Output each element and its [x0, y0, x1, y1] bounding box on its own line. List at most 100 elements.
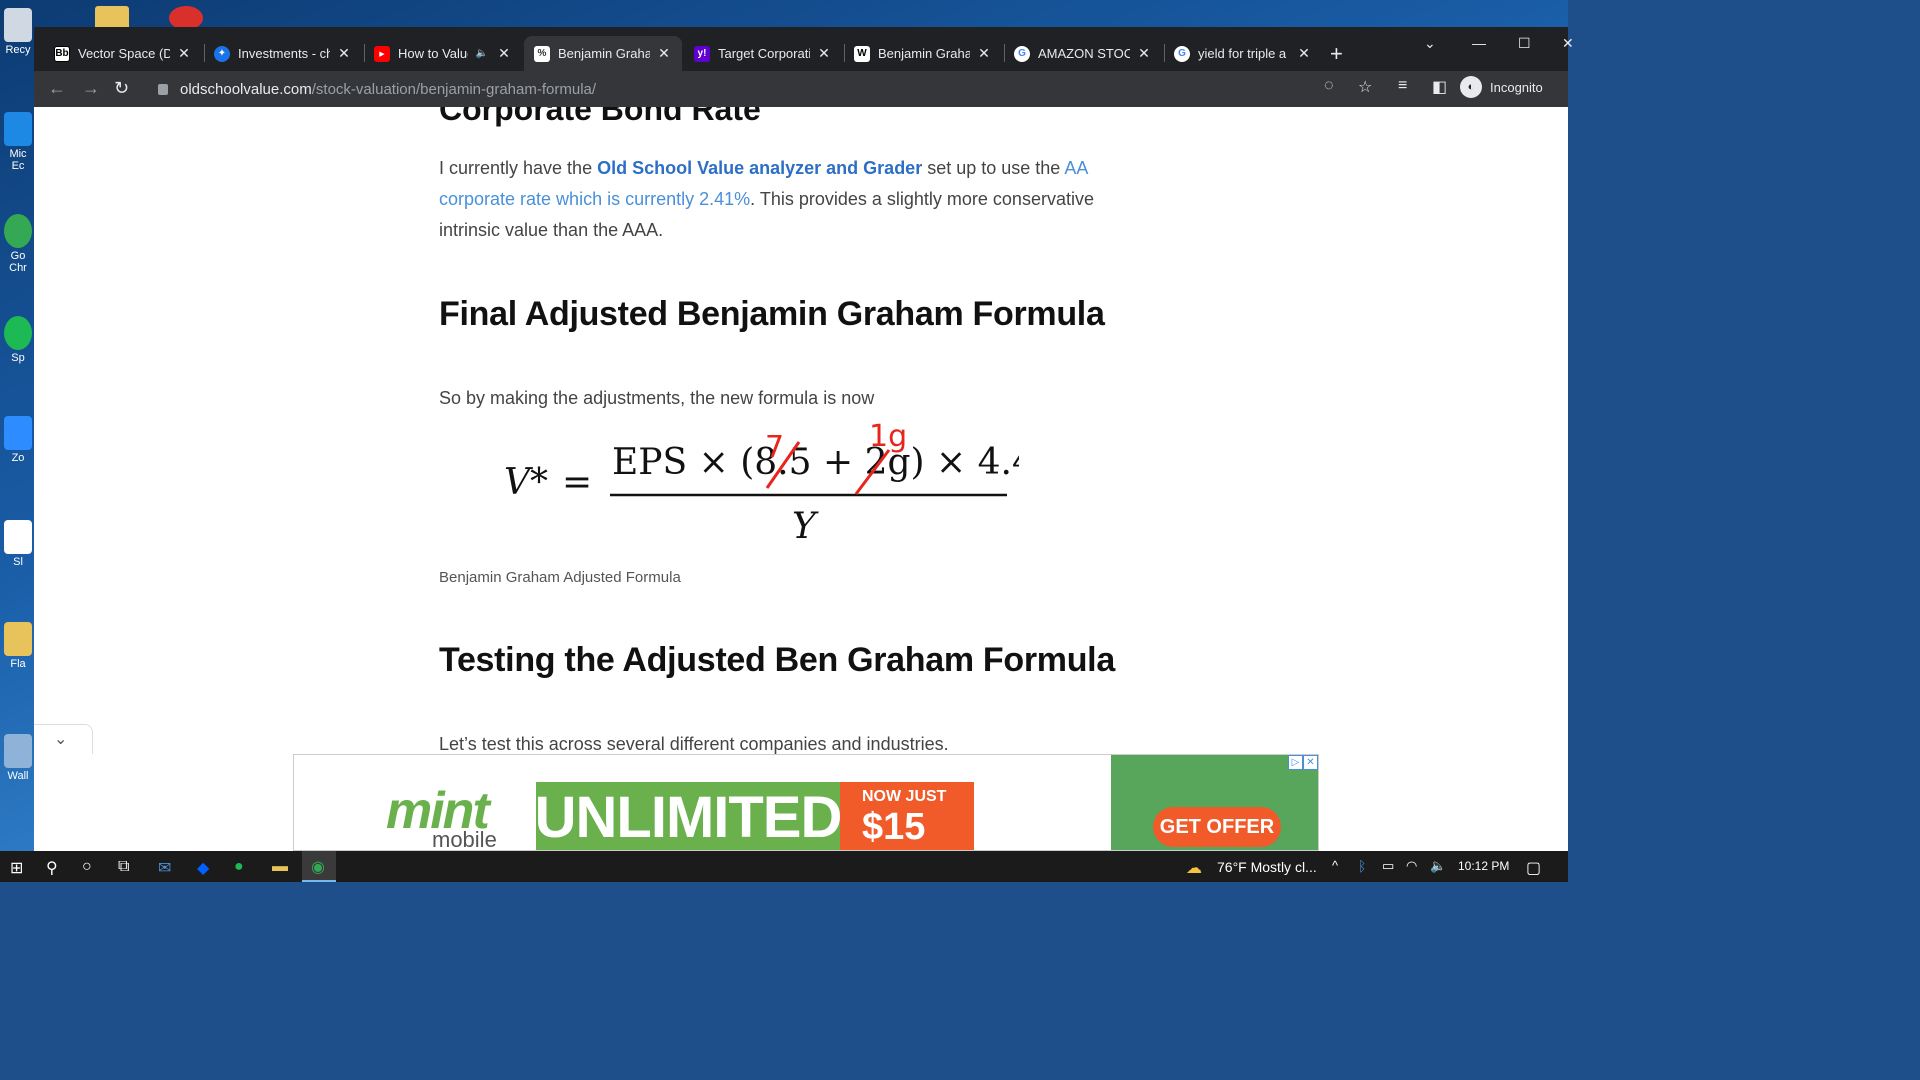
- heading-testing-formula: Testing the Adjusted Ben Graham Formula: [439, 641, 1115, 679]
- chrome-taskbar-button[interactable]: ◉: [302, 851, 336, 882]
- mail-icon[interactable]: ✉: [158, 858, 171, 878]
- ad-choices-badge[interactable]: ▷ ✕: [1288, 755, 1318, 770]
- formula-equals: =: [562, 462, 592, 503]
- desktop-icon-zoom[interactable]: Zo: [0, 416, 36, 464]
- recycle-bin-icon: [4, 8, 32, 42]
- new-tab-button[interactable]: +: [1330, 41, 1343, 67]
- adchoices-icon[interactable]: ▷: [1288, 755, 1303, 770]
- tab-benjamin-graham-active[interactable]: % Benjamin Graham ✕: [524, 36, 682, 71]
- maximize-button[interactable]: ☐: [1518, 35, 1531, 52]
- slack-icon: [4, 520, 32, 554]
- advertisement-banner[interactable]: mint mobile UNLIMITED NOW JUST $15 GET O…: [293, 754, 1319, 851]
- ad-headline: UNLIMITED: [535, 782, 842, 850]
- desktop-icon-slack[interactable]: Sl: [0, 520, 36, 568]
- investments-icon: ✦: [214, 45, 230, 62]
- desktop-icon-edge[interactable]: Mic Ec: [0, 112, 36, 172]
- forward-button[interactable]: →: [82, 78, 100, 99]
- chrome-icon: ◉: [311, 859, 325, 876]
- address-bar[interactable]: oldschoolvalue.com/stock-valuation/benja…: [146, 75, 1380, 103]
- tracking-protection-icon[interactable]: ◌: [1324, 77, 1334, 95]
- incognito-profile-button[interactable]: ◐ Incognito: [1460, 76, 1543, 98]
- minimize-button[interactable]: —: [1472, 35, 1486, 51]
- windows-start-icon[interactable]: ⊞: [10, 858, 23, 878]
- paragraph-bond-rate: I currently have the Old School Value an…: [439, 158, 1094, 240]
- close-icon[interactable]: ✕: [336, 45, 352, 62]
- side-panel-icon[interactable]: ◧: [1432, 77, 1447, 97]
- ad-price-value: $15: [862, 806, 926, 848]
- yahoo-icon: y!: [694, 45, 710, 62]
- tab-target-corporation[interactable]: y! Target Corporatio ✕: [684, 36, 842, 71]
- wallpaper-icon: [4, 734, 32, 768]
- close-icon[interactable]: ✕: [656, 45, 672, 62]
- notification-icon[interactable]: ▢: [1526, 858, 1541, 878]
- tab-vector-space[interactable]: Bb Vector Space (Def ✕: [44, 36, 202, 71]
- tab-benjamin-graham-wiki[interactable]: W Benjamin Graham ✕: [844, 36, 1002, 71]
- google-icon: G: [1174, 45, 1190, 62]
- google-icon: G: [1014, 45, 1030, 62]
- close-icon[interactable]: ✕: [1303, 755, 1318, 770]
- volume-icon[interactable]: 🔈: [1430, 858, 1446, 874]
- desktop-icon-wallpaper[interactable]: Wall: [0, 734, 36, 782]
- youtube-icon: ▶: [374, 45, 390, 62]
- close-window-button[interactable]: ✕: [1562, 35, 1574, 52]
- web-page: Corporate Bond Rate I currently have the…: [34, 107, 1568, 851]
- blackboard-icon: Bb: [54, 45, 70, 62]
- url-host: oldschoolvalue.com: [180, 80, 312, 98]
- close-icon[interactable]: ✕: [1296, 45, 1312, 62]
- tab-strip: Bb Vector Space (Def ✕ ✦ Investments - c…: [34, 27, 1574, 71]
- clock[interactable]: 10:12 PM: [1458, 859, 1509, 873]
- collapse-ad-button[interactable]: ⌄: [34, 724, 93, 754]
- chevron-down-icon: ⌄: [54, 731, 68, 748]
- weather-text[interactable]: 76°F Mostly cl...: [1217, 859, 1317, 875]
- close-icon[interactable]: ✕: [976, 45, 992, 62]
- formula-denominator: Y: [792, 506, 819, 547]
- ad-get-offer-button[interactable]: GET OFFER: [1153, 807, 1281, 847]
- tab-yield-triple-a[interactable]: G yield for triple a c ✕: [1164, 36, 1322, 71]
- dropbox-icon[interactable]: ◆: [197, 858, 209, 878]
- bookmark-star-icon[interactable]: ☆: [1358, 77, 1372, 97]
- tab-search-icon[interactable]: ⌄: [1424, 35, 1436, 52]
- battery-icon[interactable]: ▭: [1382, 858, 1394, 874]
- close-icon[interactable]: ✕: [816, 45, 832, 62]
- close-icon[interactable]: ✕: [496, 45, 512, 62]
- desktop-icon-spotify[interactable]: Sp: [0, 316, 36, 364]
- tab-how-to-value[interactable]: ▶ How to Value 🔈 ✕: [364, 36, 522, 71]
- desktop-icon-folder[interactable]: Fla: [0, 622, 36, 670]
- annotation-1g: 1g: [869, 419, 907, 454]
- annotation-seven: 7: [765, 430, 784, 465]
- close-icon[interactable]: ✕: [1136, 45, 1152, 62]
- formula-numerator: EPS × (8.5 + 2g) × 4.4: [612, 442, 1019, 483]
- chrome-icon: [4, 214, 32, 248]
- oldschoolvalue-icon: %: [534, 45, 550, 62]
- search-icon[interactable]: ⚲: [46, 858, 58, 878]
- close-icon[interactable]: ✕: [176, 45, 192, 62]
- cortana-icon[interactable]: ○: [82, 858, 92, 876]
- task-view-icon[interactable]: ⧉: [118, 858, 129, 876]
- spotify-icon[interactable]: ●: [234, 858, 244, 876]
- tab-investments[interactable]: ✦ Investments - cha ✕: [204, 36, 362, 71]
- taskbar: ⊞ ⚲ ○ ⧉ ✉ ◆ ● ▬ ◉ ☁ 76°F Mostly cl... ^ …: [0, 851, 1568, 882]
- ad-brand-sub: mobile: [432, 827, 497, 851]
- audio-icon[interactable]: 🔈: [474, 48, 490, 59]
- url-path: /stock-valuation/benjamin-graham-formula…: [311, 80, 597, 98]
- ad-price-box: NOW JUST $15: [840, 782, 974, 850]
- desktop-icon-chrome[interactable]: Go Chr: [0, 214, 36, 274]
- folder-icon: [4, 622, 32, 656]
- file-explorer-icon[interactable]: ▬: [272, 858, 288, 876]
- wifi-icon[interactable]: ◠: [1406, 858, 1417, 874]
- reading-list-icon[interactable]: ≡: [1398, 77, 1407, 95]
- desktop-icon-recycle-bin[interactable]: Recy: [0, 8, 36, 56]
- link-analyzer-grader[interactable]: Old School Value analyzer and Grader: [597, 158, 922, 178]
- section-heading-corporate-bond-rate: Corporate Bond Rate: [439, 107, 761, 127]
- incognito-icon: ◐: [1460, 76, 1482, 98]
- tab-amazon-stock[interactable]: G AMAZON STOCK ✕: [1004, 36, 1162, 71]
- weather-icon[interactable]: ☁: [1186, 858, 1202, 878]
- back-button[interactable]: ←: [48, 78, 66, 99]
- formula-caption: Benjamin Graham Adjusted Formula: [439, 569, 681, 586]
- reload-button[interactable]: ↻: [114, 78, 129, 99]
- heading-final-adjusted-formula: Final Adjusted Benjamin Graham Formula: [439, 295, 1105, 333]
- formula-graphic: V* = EPS × (8.5 + 2g) × 4.4 Y 7 1g: [504, 419, 1019, 547]
- bluetooth-icon[interactable]: ᛒ: [1358, 858, 1366, 874]
- lock-icon[interactable]: [158, 83, 168, 95]
- chevron-up-icon[interactable]: ^: [1332, 858, 1338, 873]
